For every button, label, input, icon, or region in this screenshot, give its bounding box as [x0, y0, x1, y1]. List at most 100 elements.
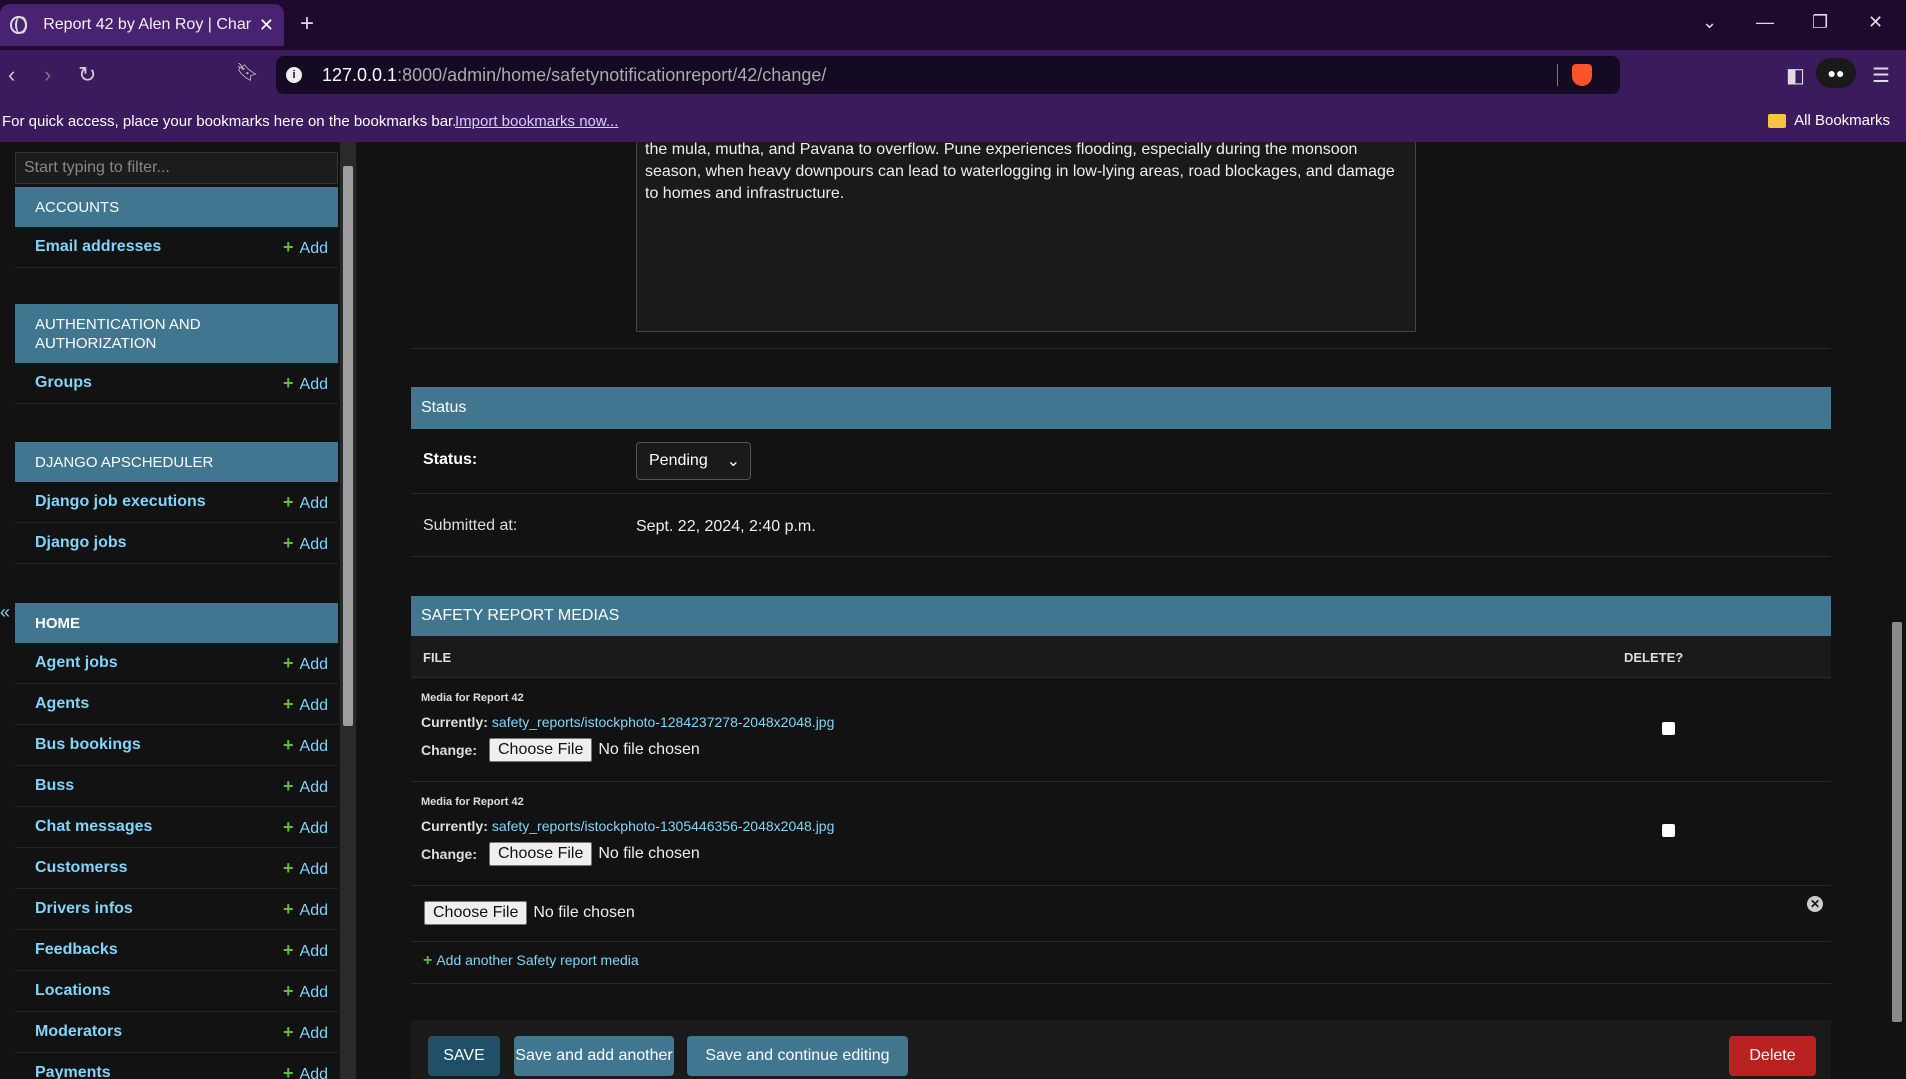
module-header[interactable]: HOME	[15, 603, 338, 643]
forward-icon[interactable]: ›	[44, 62, 51, 88]
chevron-down-icon: ⌄	[726, 453, 740, 470]
inline-empty-row: Choose File No file chosen	[411, 886, 1831, 942]
choose-file-button[interactable]: Choose File	[424, 901, 528, 925]
add-link[interactable]: + Add	[283, 492, 328, 513]
sidebar-item-label[interactable]: Moderators	[35, 1023, 122, 1041]
vpn-glasses-icon[interactable]: ●●	[1816, 58, 1856, 88]
status-label: Status:	[423, 451, 478, 468]
bookmarks-hint: For quick access, place your bookmarks h…	[2, 113, 457, 130]
sidebar-item-label[interactable]: Agent jobs	[35, 654, 118, 672]
plus-icon: +	[283, 532, 294, 553]
plus-icon: +	[283, 1062, 294, 1079]
add-link[interactable]: + Add	[283, 1063, 328, 1079]
module-accounts: ACCOUNTS Email addresses + Add	[15, 187, 338, 268]
tab-title: Report 42 by Alen Roy | Change	[43, 16, 251, 33]
save-continue-button[interactable]: Save and continue editing	[687, 1036, 908, 1076]
sidebar-scroll-thumb[interactable]	[343, 166, 353, 726]
main-scrollbar[interactable]	[1888, 142, 1906, 1079]
delete-checkbox[interactable]	[1662, 722, 1675, 735]
close-window-icon[interactable]: ✕	[1868, 12, 1883, 33]
minimize-icon[interactable]: —	[1756, 12, 1774, 33]
browser-tab[interactable]: Report 42 by Alen Roy | Change ✕	[0, 4, 284, 46]
back-icon[interactable]: ‹	[8, 62, 15, 88]
plus-icon: +	[283, 898, 294, 919]
sidebar-scrollbar[interactable]	[340, 142, 356, 1079]
add-link[interactable]: + Add	[283, 776, 328, 797]
admin-sidebar: Start typing to filter... ACCOUNTS Email…	[0, 142, 340, 1079]
add-link[interactable]: + Add	[283, 981, 328, 1002]
delete-checkbox[interactable]	[1662, 824, 1675, 837]
change-form: the mula, mutha, and Pavana to overflow.…	[356, 142, 1888, 1079]
plus-icon: +	[283, 734, 294, 755]
new-tab-icon[interactable]: +	[300, 10, 314, 38]
delete-button[interactable]: Delete	[1729, 1036, 1816, 1076]
sidebar-item: Agents + Add	[15, 684, 338, 725]
submitted-label: Submitted at:	[423, 517, 518, 534]
choose-file-button[interactable]: Choose File	[489, 842, 593, 866]
sidebar-item-groups: Groups + Add	[15, 363, 338, 404]
restore-icon[interactable]: ❐	[1812, 12, 1828, 33]
close-tab-icon[interactable]: ✕	[259, 15, 274, 36]
add-link[interactable]: + Add	[283, 858, 328, 879]
module-apscheduler: DJANGO APSCHEDULER Django job executions…	[15, 442, 338, 564]
add-link[interactable]: + Add	[283, 694, 328, 715]
sidebar-item-label[interactable]: Chat messages	[35, 818, 152, 836]
browser-nav-bar: ‹ › ↻ 🔖︎ i 127.0.0.1:8000/admin/home/saf…	[0, 50, 1906, 102]
sidebar-item: Customerss + Add	[15, 848, 338, 889]
choose-file-button[interactable]: Choose File	[489, 738, 593, 762]
current-file-link[interactable]: safety_reports/istockphoto-1305446356-20…	[492, 818, 834, 834]
add-link[interactable]: + Add	[283, 899, 328, 920]
url-text: 127.0.0.1:8000/admin/home/safetynotifica…	[322, 64, 827, 85]
plus-icon: +	[283, 491, 294, 512]
description-textarea[interactable]: the mula, mutha, and Pavana to overflow.…	[636, 142, 1416, 332]
status-select[interactable]: Pending ⌄	[636, 442, 751, 480]
sidebar-item-label[interactable]: Locations	[35, 982, 111, 1000]
sidebar-item: Locations + Add	[15, 971, 338, 1012]
all-bookmarks-button[interactable]: All Bookmarks	[1768, 112, 1890, 129]
sidebar-item-label[interactable]: Bus bookings	[35, 736, 141, 754]
main-scroll-thumb[interactable]	[1892, 622, 1902, 1022]
current-file-link[interactable]: safety_reports/istockphoto-1284237278-20…	[492, 714, 834, 730]
add-link[interactable]: + Add	[283, 237, 328, 258]
sidebar-item-label[interactable]: Agents	[35, 695, 89, 713]
sidebar-item-label[interactable]: Customerss	[35, 859, 127, 877]
menu-icon[interactable]: ☰	[1872, 63, 1890, 88]
sidebar-item: Feedbacks + Add	[15, 930, 338, 971]
sidebar-item: Drivers infos + Add	[15, 889, 338, 930]
bookmark-icon[interactable]: 🔖︎	[236, 62, 259, 83]
sidebar-item-label[interactable]: Buss	[35, 777, 74, 795]
save-add-another-button[interactable]: Save and add another	[514, 1036, 674, 1076]
sidebar-item-label[interactable]: Drivers infos	[35, 900, 133, 918]
plus-icon: +	[283, 372, 294, 393]
save-button[interactable]: SAVE	[428, 1036, 500, 1076]
plus-icon: +	[283, 236, 294, 257]
address-bar[interactable]: i 127.0.0.1:8000/admin/home/safetynotifi…	[276, 56, 1620, 94]
add-another-link[interactable]: + Add another Safety report media	[423, 952, 639, 970]
add-link[interactable]: + Add	[283, 940, 328, 961]
sidebar-filter-input[interactable]: Start typing to filter...	[15, 152, 338, 184]
plus-icon: +	[283, 1021, 294, 1042]
sidebar-item: Buss + Add	[15, 766, 338, 807]
remove-row-icon[interactable]: ✕	[1807, 896, 1823, 912]
add-link[interactable]: + Add	[283, 1022, 328, 1043]
sidebar-item: Bus bookings + Add	[15, 725, 338, 766]
module-header[interactable]: AUTHENTICATION AND AUTHORIZATION	[15, 304, 338, 363]
collapse-sidebar-icon[interactable]: «	[0, 602, 10, 623]
import-bookmarks-link[interactable]: Import bookmarks now...	[455, 113, 618, 130]
reload-icon[interactable]: ↻	[78, 62, 96, 88]
sidebar-item-label[interactable]: Feedbacks	[35, 941, 118, 959]
tab-search-icon[interactable]: ⌄	[1702, 12, 1717, 33]
site-info-icon[interactable]: i	[286, 67, 302, 83]
sidebar-item-label[interactable]: Payments	[35, 1064, 111, 1079]
module-header[interactable]: DJANGO APSCHEDULER	[15, 442, 338, 482]
add-link[interactable]: + Add	[283, 533, 328, 554]
add-link[interactable]: + Add	[283, 653, 328, 674]
add-link[interactable]: + Add	[283, 735, 328, 756]
browser-tab-bar: Report 42 by Alen Roy | Change ✕ + ⌄ — ❐…	[0, 0, 1906, 50]
sidebar-item: Chat messages + Add	[15, 807, 338, 848]
brave-shields-icon[interactable]	[1572, 64, 1592, 86]
add-link[interactable]: + Add	[283, 373, 328, 394]
module-header[interactable]: ACCOUNTS	[15, 187, 338, 227]
add-link[interactable]: + Add	[283, 817, 328, 838]
sidebar-toggle-icon[interactable]: ◧	[1786, 63, 1805, 88]
